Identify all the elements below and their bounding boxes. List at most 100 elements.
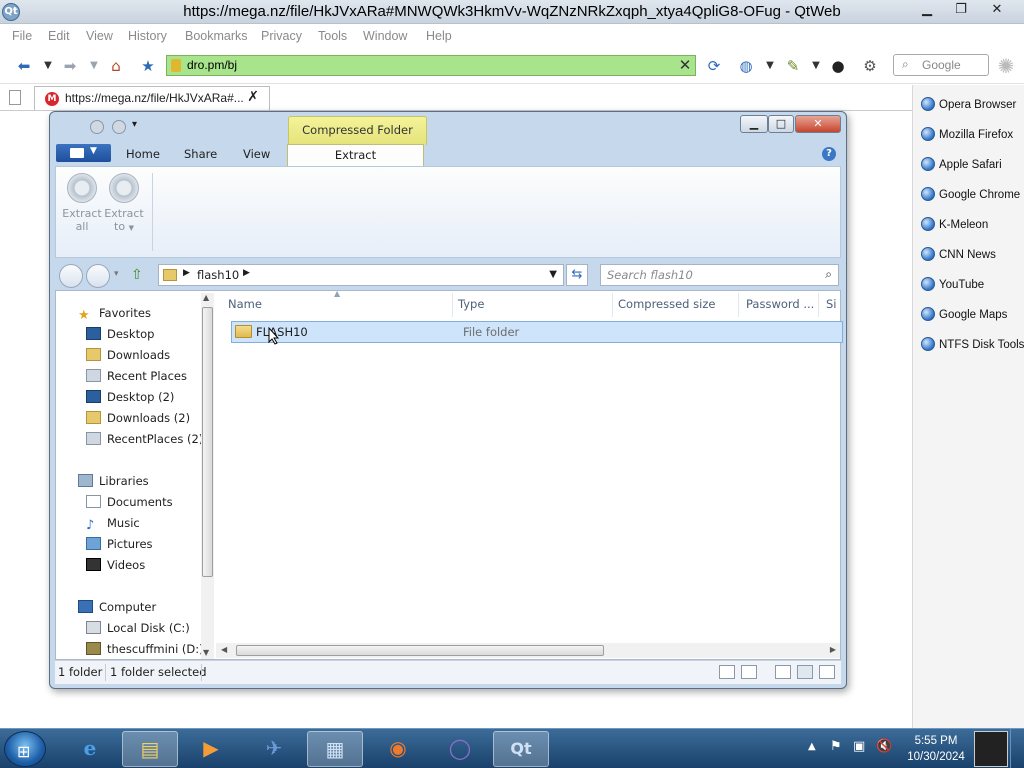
table-row[interactable]: FLASH10 File folder — [231, 321, 843, 343]
nav-pane-scrollbar[interactable]: ▲ ▼ — [201, 293, 214, 659]
up-folder-icon[interactable]: ⇧ — [131, 267, 143, 283]
scroll-left-icon[interactable]: ◀ — [221, 645, 227, 654]
menu-help[interactable]: Help — [426, 29, 452, 43]
back-button[interactable] — [59, 264, 83, 288]
tab-extract[interactable]: Extract — [287, 144, 424, 168]
user-avatar[interactable] — [974, 731, 1008, 767]
nav-desktop[interactable]: Desktop — [86, 324, 154, 345]
nav-favorites-header[interactable]: ★ Favorites — [78, 303, 151, 324]
taskbar-internet-explorer-icon[interactable]: e — [62, 731, 118, 767]
address-dropdown-icon[interactable]: ▼ — [549, 269, 557, 280]
nav-computer-header[interactable]: Computer — [78, 597, 156, 618]
taskbar-control-panel-icon[interactable]: ▦ — [307, 731, 363, 767]
large-icons-view-icon[interactable] — [741, 665, 757, 679]
nav-libraries-header[interactable]: Libraries — [78, 471, 149, 492]
file-list-h-scrollbar[interactable]: ◀ ▶ — [216, 643, 840, 658]
new-tab-icon[interactable] — [9, 90, 21, 105]
refresh-icon[interactable]: ⇆ — [566, 264, 588, 286]
nav-downloads[interactable]: Downloads — [86, 345, 170, 366]
nav-pictures[interactable]: Pictures — [86, 534, 153, 555]
taskbar-bird-app-icon[interactable]: ✈ — [246, 731, 302, 767]
win-close-icon[interactable]: ✕ — [795, 115, 841, 133]
taskbar-clock[interactable]: 5:55 PM 10/30/2024 — [900, 733, 972, 765]
maximize-icon[interactable]: ❐ — [944, 0, 978, 20]
show-desktop-button[interactable] — [1010, 729, 1024, 768]
bookmark-firefox[interactable]: Mozilla Firefox — [921, 127, 1013, 147]
google-search-input[interactable]: ⌕ Google — [893, 54, 989, 76]
address-input[interactable]: ▶ flash10 ▶ ▼ — [158, 264, 564, 286]
column-compressed-size[interactable]: Compressed size — [618, 297, 715, 311]
forward-dropdown-icon[interactable]: ▼ — [84, 57, 104, 75]
volume-muted-icon[interactable]: 🔇 — [876, 739, 892, 754]
extract-to-button[interactable]: Extract to ▼ — [104, 173, 144, 235]
nav-videos[interactable]: Videos — [86, 555, 145, 576]
qat-new-folder-icon[interactable] — [112, 120, 126, 134]
file-menu-button[interactable]: ▼ — [56, 144, 111, 162]
nav-downloads-2[interactable]: Downloads (2) — [86, 408, 190, 429]
nav-music[interactable]: ♪ Music — [86, 513, 140, 534]
column-password[interactable]: Password ... — [746, 297, 814, 311]
nav-drive-d[interactable]: thescuffmini (D:) — [86, 639, 204, 660]
back-icon[interactable]: ⬅ — [14, 57, 34, 75]
bookmark-google-maps[interactable]: Google Maps — [921, 307, 1007, 327]
tab-view[interactable]: View — [243, 147, 270, 161]
column-name[interactable]: Name — [228, 297, 262, 311]
menu-bookmarks[interactable]: Bookmarks — [185, 29, 248, 43]
nav-desktop-2[interactable]: Desktop (2) — [86, 387, 174, 408]
column-divider[interactable] — [818, 293, 819, 317]
back-dropdown-icon[interactable]: ▼ — [38, 57, 58, 75]
close-icon[interactable]: ✕ — [980, 0, 1014, 20]
details-view-icon[interactable] — [719, 665, 735, 679]
nav-local-disk-c[interactable]: Local Disk (C:) — [86, 618, 190, 639]
breadcrumb-current[interactable]: flash10 — [197, 268, 239, 282]
nav-recent-places-2[interactable]: RecentPlaces (2) — [86, 429, 203, 450]
minimize-icon[interactable]: ▁ — [910, 0, 944, 20]
help-icon[interactable]: ? — [822, 147, 836, 161]
tray-expand-icon[interactable]: ▲ — [808, 741, 816, 752]
bookmark-safari[interactable]: Apple Safari — [921, 157, 1002, 177]
network-icon[interactable]: ▣ — [853, 739, 865, 754]
column-divider[interactable] — [612, 293, 613, 317]
preview-pane-icon[interactable] — [797, 665, 813, 679]
column-divider[interactable] — [738, 293, 739, 317]
tab-share[interactable]: Share — [184, 147, 217, 161]
qat-dropdown-icon[interactable]: ▾ — [132, 119, 137, 130]
nav-recent-places[interactable]: Recent Places — [86, 366, 187, 387]
browser-tab-mega[interactable]: M https://mega.nz/file/HkJVxARa#... ✗ — [34, 86, 270, 110]
globe-icon[interactable]: ◍ — [736, 57, 756, 75]
tab-home[interactable]: Home — [126, 147, 160, 161]
bookmark-cnn[interactable]: CNN News — [921, 247, 996, 267]
bookmark-youtube[interactable]: YouTube — [921, 277, 984, 297]
scroll-up-icon[interactable]: ▲ — [203, 293, 209, 302]
details-pane-icon[interactable] — [819, 665, 835, 679]
url-input[interactable]: dro.pm/bj ✕ — [166, 55, 696, 76]
taskbar-explorer-icon[interactable]: ▤ — [122, 731, 178, 767]
tab-close-icon[interactable]: ✗ — [247, 89, 259, 105]
settings-gear-icon[interactable]: ⚙ — [860, 57, 880, 75]
reload-icon[interactable]: ⟳ — [704, 57, 724, 75]
folder-search-input[interactable]: Search flash10 ⌕ — [600, 264, 839, 286]
menu-privacy[interactable]: Privacy — [261, 29, 302, 43]
clear-url-icon[interactable]: ✕ — [677, 56, 693, 75]
bookmark-kmeleon[interactable]: K-Meleon — [921, 217, 988, 237]
home-icon[interactable]: ⌂ — [106, 57, 126, 75]
qat-properties-icon[interactable] — [90, 120, 104, 134]
column-size[interactable]: Si — [826, 297, 837, 311]
menu-window[interactable]: Window — [363, 29, 407, 43]
menu-view[interactable]: View — [86, 29, 113, 43]
start-button[interactable]: ⊞ — [4, 731, 46, 767]
menu-tools[interactable]: Tools — [318, 29, 347, 43]
magic-wand-icon[interactable]: ✎ — [783, 57, 803, 75]
bookmark-ntfs[interactable]: NTFS Disk Tools — [921, 337, 1024, 357]
breadcrumb-arrow-icon[interactable]: ▶ — [243, 268, 250, 278]
extract-all-button[interactable]: Extract all — [62, 173, 102, 233]
bookmark-chrome[interactable]: Google Chrome — [921, 187, 1020, 207]
column-type[interactable]: Type — [458, 297, 484, 311]
taskbar-browser-icon[interactable]: ◉ — [370, 731, 426, 767]
globe-dropdown-icon[interactable]: ▼ — [760, 57, 780, 75]
menu-edit[interactable]: Edit — [48, 29, 70, 43]
wand-dropdown-icon[interactable]: ▼ — [806, 57, 826, 75]
scroll-down-icon[interactable]: ▼ — [203, 648, 209, 657]
taskbar-qtweb-icon[interactable]: Qt — [493, 731, 549, 767]
bookmark-star-icon[interactable]: ★ — [138, 57, 158, 75]
